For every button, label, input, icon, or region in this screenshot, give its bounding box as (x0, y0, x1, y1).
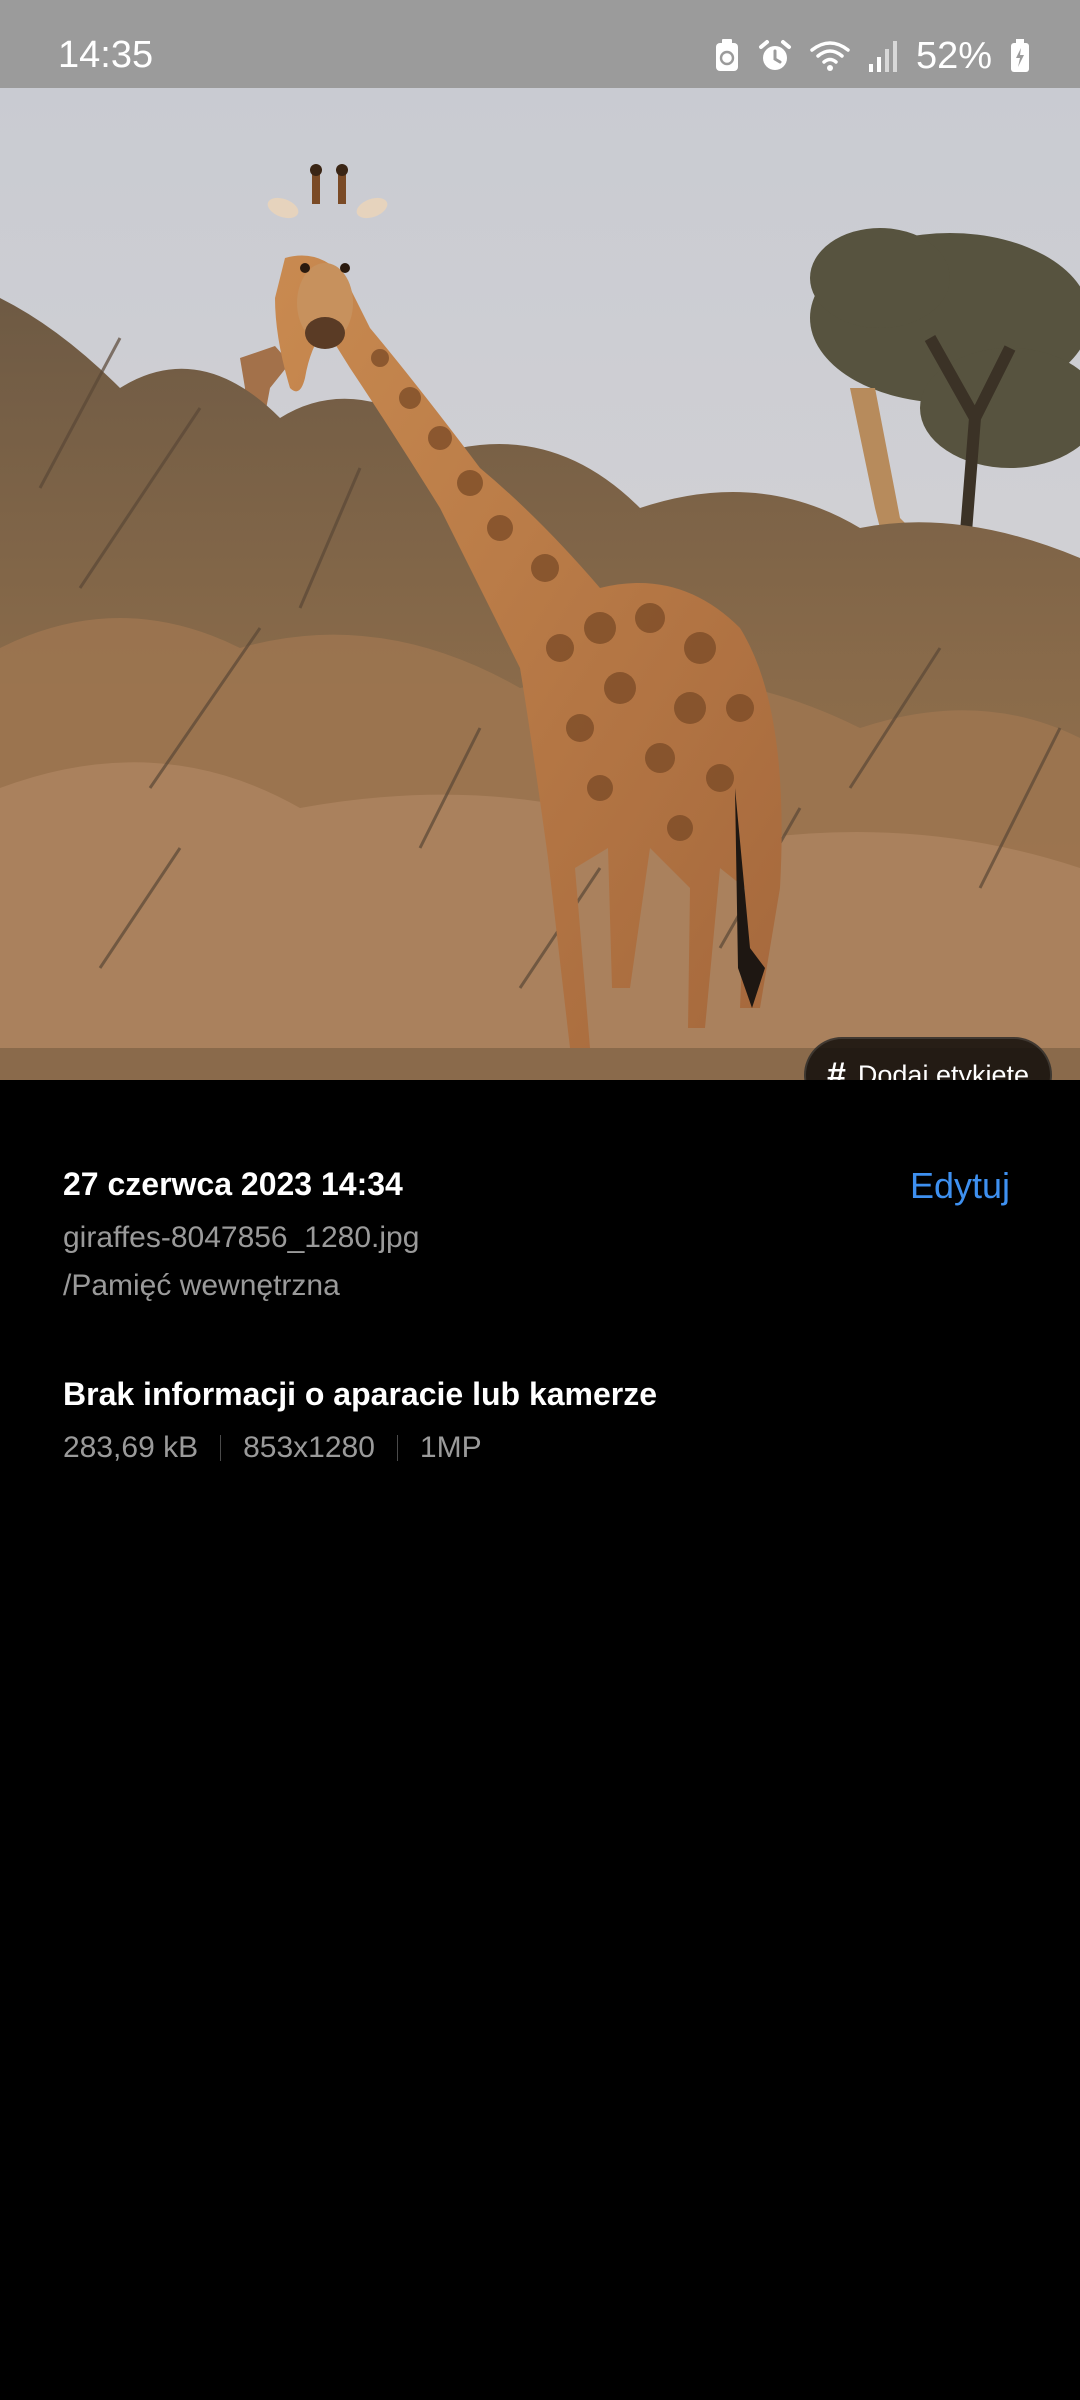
status-time: 14:35 (58, 34, 154, 76)
meta-divider (220, 1435, 222, 1461)
battery-saver-icon (714, 39, 740, 73)
hash-icon: # (826, 1056, 846, 1080)
battery-percent: 52% (915, 35, 992, 77)
status-bar: 14:35 52% (0, 0, 1080, 88)
file-size: 283,69 kB (63, 1431, 199, 1464)
wifi-icon (810, 40, 850, 72)
photo-details: 27 czerwca 2023 14:34 Edytuj giraffes-80… (63, 1164, 1023, 1464)
battery-charging-icon (1010, 39, 1030, 73)
meta-divider (396, 1435, 398, 1461)
camera-info: Brak informacji o aparacie lub kamerze (63, 1376, 658, 1412)
add-tag-button[interactable]: # Dodaj etykietę (804, 1037, 1052, 1080)
edit-button[interactable]: Edytuj (910, 1164, 1010, 1208)
status-icons: 52% (714, 34, 1030, 78)
file-meta-row: 283,69 kB 853x1280 1MP (63, 1430, 482, 1466)
photo-image (0, 88, 1080, 1080)
photo[interactable]: # Dodaj etykietę (0, 88, 1080, 1080)
signal-icon (868, 40, 898, 72)
alarm-icon (758, 39, 792, 73)
photo-date: 27 czerwca 2023 14:34 (63, 1166, 403, 1202)
megapixels: 1MP (419, 1431, 482, 1464)
resolution: 853x1280 (243, 1431, 375, 1464)
add-tag-label: Dodaj etykietę (857, 1059, 1030, 1080)
file-path: /Pamięć wewnętrzna (63, 1269, 340, 1302)
file-name: giraffes-8047856_1280.jpg (63, 1221, 420, 1254)
